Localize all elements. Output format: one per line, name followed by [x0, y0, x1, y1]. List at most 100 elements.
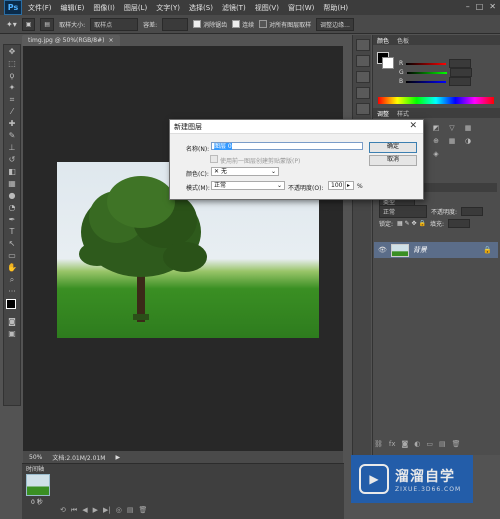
antialias-checkbox[interactable]: 消除锯齿 [193, 20, 227, 29]
tween-icon[interactable]: ◎ [116, 506, 122, 515]
new-selection-icon[interactable]: ▣ [21, 17, 36, 31]
close-tab-icon[interactable]: × [109, 37, 114, 44]
layer-name[interactable]: 背景 [413, 245, 427, 255]
minimize-icon[interactable]: – [466, 2, 470, 11]
next-frame-icon[interactable]: ▶| [103, 506, 111, 515]
screen-mode-icon[interactable]: ▣ [5, 329, 19, 339]
menu-help[interactable]: 帮助(H) [323, 3, 348, 13]
move-tool-icon[interactable]: ✥ [5, 47, 19, 57]
opacity-slider-arrow-icon[interactable]: ▸ [345, 181, 354, 190]
new-frame-icon[interactable]: ▤ [127, 506, 134, 515]
blend-mode-select[interactable]: 正常 [379, 205, 427, 218]
eraser-tool-icon[interactable]: ◧ [5, 167, 19, 177]
new-group-icon[interactable]: ▭ [426, 440, 433, 448]
pen-tool-icon[interactable]: ✒ [5, 215, 19, 225]
blur-tool-icon[interactable]: ● [5, 191, 19, 201]
play-icon[interactable]: ▶ [93, 506, 98, 515]
lock-pixels-icon[interactable]: ▦ ✎ ✥ 🔒 [397, 220, 426, 227]
hue-icon[interactable]: ▦ [463, 124, 473, 133]
menu-layer[interactable]: 图层(L) [124, 3, 147, 13]
vibrance-icon[interactable]: ▽ [447, 124, 457, 133]
adjustment-layer-icon[interactable]: ◐ [414, 440, 420, 448]
layer-row[interactable]: 👁 背景 🔒 [374, 242, 498, 258]
actions-panel-icon[interactable] [356, 55, 370, 67]
red-value[interactable] [449, 59, 472, 68]
menu-image[interactable]: 图像(I) [93, 3, 115, 13]
lasso-tool-icon[interactable]: ϙ [5, 71, 19, 81]
document-size[interactable]: 文档:2.01M/2.01M [52, 453, 105, 462]
gradient-tool-icon[interactable]: ▦ [5, 179, 19, 189]
refine-edge-button[interactable]: 调整边缘... [316, 17, 354, 31]
add-selection-icon[interactable]: ▤ [40, 17, 55, 31]
tab-color[interactable]: 颜色 [377, 36, 389, 45]
layer-style-icon[interactable]: fx [389, 440, 396, 448]
first-frame-icon[interactable]: ⏮ [71, 506, 77, 515]
red-slider[interactable]: R [399, 59, 500, 68]
dodge-tool-icon[interactable]: ◔ [5, 203, 19, 213]
selective-color-icon[interactable]: ◈ [431, 150, 441, 159]
all-layers-checkbox[interactable]: 对所有图层取样 [259, 20, 311, 29]
exposure-icon[interactable]: ◩ [431, 124, 441, 133]
frame-time[interactable]: 0 秒 [31, 497, 43, 506]
shape-tool-icon[interactable]: ▭ [5, 251, 19, 261]
mode-select[interactable]: 正常 ⌄ [211, 181, 285, 190]
tab-adjustments[interactable]: 调整 [377, 109, 389, 118]
green-slider[interactable]: G [399, 68, 500, 77]
quick-mask-icon[interactable]: ◙ [5, 317, 19, 327]
blue-slider[interactable]: B [399, 77, 500, 86]
menu-select[interactable]: 选择(S) [189, 3, 213, 13]
clone-stamp-icon[interactable]: ⊥ [5, 143, 19, 153]
marquee-tool-icon[interactable]: ⬚ [5, 59, 19, 69]
dialog-close-icon[interactable]: ✕ [409, 121, 417, 131]
hand-tool-icon[interactable]: ✋ [5, 263, 19, 273]
channel-mixer-icon[interactable]: ⊕ [431, 137, 441, 146]
status-arrow-icon[interactable]: ▶ [115, 454, 120, 461]
cancel-button[interactable]: 取消 [369, 155, 417, 166]
new-layer-icon[interactable]: ▤ [439, 440, 446, 448]
opacity-input[interactable]: 100 [328, 181, 344, 190]
delete-frame-icon[interactable]: 🗑 [138, 506, 147, 515]
fill-input[interactable] [447, 219, 470, 228]
menu-window[interactable]: 窗口(W) [288, 3, 314, 13]
zoom-level[interactable]: 50% [29, 454, 42, 461]
add-mask-icon[interactable]: ◙ [402, 440, 409, 448]
document-tab[interactable]: timg.jpg @ 50%(RGB/8#) × [22, 35, 120, 46]
green-value[interactable] [449, 68, 472, 77]
menu-type[interactable]: 文字(Y) [156, 3, 180, 13]
tolerance-input[interactable] [162, 17, 189, 31]
crop-tool-icon[interactable]: ⌗ [5, 95, 19, 105]
tab-styles[interactable]: 样式 [397, 109, 409, 118]
layer-name-input[interactable]: 图层 0 [211, 142, 363, 150]
history-panel-icon[interactable] [356, 39, 370, 51]
maximize-icon[interactable]: □ [476, 2, 484, 11]
timeline-title[interactable]: 时间轴 [26, 464, 44, 473]
visibility-eye-icon[interactable]: 👁 [378, 246, 387, 254]
delete-layer-icon[interactable]: 🗑 [452, 440, 461, 448]
color-swatches-icon[interactable] [5, 299, 19, 315]
invert-icon[interactable]: ◑ [463, 137, 473, 146]
zoom-tool-icon[interactable]: ⌕ [5, 275, 19, 285]
brush-panel-icon[interactable] [356, 71, 370, 83]
healing-brush-icon[interactable]: ✚ [5, 119, 19, 129]
path-select-icon[interactable]: ↖ [5, 239, 19, 249]
clip-mask-checkbox[interactable]: 使用前一图层创建剪贴蒙版(P) [210, 155, 300, 165]
contiguous-checkbox[interactable]: 连续 [232, 20, 254, 29]
color-lookup-icon[interactable]: ▦ [447, 137, 457, 146]
background-swatch[interactable] [382, 57, 394, 69]
character-panel-icon[interactable] [356, 87, 370, 99]
menu-filter[interactable]: 滤镜(T) [222, 3, 246, 13]
menu-file[interactable]: 文件(F) [28, 3, 52, 13]
type-tool-icon[interactable]: T [5, 227, 19, 237]
loop-icon[interactable]: ⟲ [60, 506, 66, 515]
eyedropper-tool-icon[interactable]: ⁄ [5, 107, 19, 117]
color-spectrum[interactable] [378, 97, 494, 104]
more-tools-icon[interactable]: ··· [5, 287, 19, 297]
prev-frame-icon[interactable]: ◀ [82, 506, 87, 515]
magic-wand-icon[interactable]: ✦ [5, 83, 19, 93]
link-layers-icon[interactable]: ⛓ [374, 440, 383, 448]
ok-button[interactable]: 确定 [369, 142, 417, 153]
tab-swatches[interactable]: 色板 [397, 36, 409, 45]
paragraph-panel-icon[interactable] [356, 103, 370, 115]
blue-value[interactable] [449, 77, 472, 86]
brush-tool-icon[interactable]: ✎ [5, 131, 19, 141]
